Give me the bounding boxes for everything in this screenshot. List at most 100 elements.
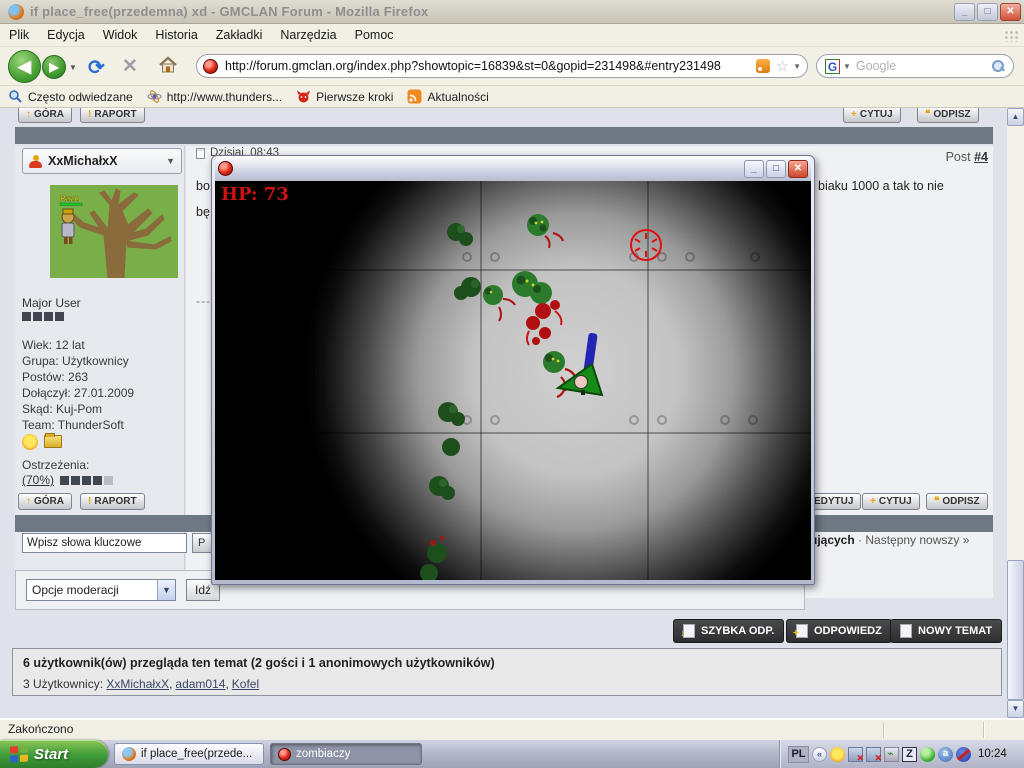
post-text-line1-left: bo — [196, 179, 210, 193]
game-titlebar[interactable]: _ □ ✕ — [215, 156, 811, 181]
tray-blocked-icon[interactable] — [956, 747, 971, 762]
stat-skad: Skąd: Kuj-Pom — [22, 402, 102, 416]
warn-level: (70%) — [22, 473, 113, 487]
cytuj-button[interactable]: +CYTUJ — [862, 493, 920, 510]
tray-network-error-icon[interactable] — [848, 747, 863, 762]
rss-feed-icon — [407, 89, 422, 104]
task-zombiaczy[interactable]: zombiaczy — [270, 743, 422, 765]
forward-button[interactable]: ▶ — [42, 55, 66, 79]
menu-pomoc[interactable]: Pomoc — [346, 25, 403, 45]
hide-icons-chevron[interactable]: « — [812, 747, 827, 762]
folder-icon[interactable] — [44, 435, 62, 448]
keyword-search-input[interactable] — [22, 533, 187, 553]
firefox-task-icon — [122, 747, 136, 761]
rss-icon[interactable] — [756, 59, 770, 73]
scroll-down-button[interactable]: ▼ — [1007, 700, 1024, 718]
status-separator — [983, 722, 984, 738]
top-gora-button[interactable]: ↑GÓRA — [18, 108, 72, 123]
game-scene — [215, 181, 811, 580]
game-maximize-button[interactable]: □ — [766, 160, 786, 178]
scroll-up-button[interactable]: ▲ — [1007, 108, 1024, 126]
scrollbar-thumb[interactable] — [1007, 560, 1024, 700]
tray-clock[interactable]: 10:24 — [978, 748, 1007, 760]
bottom-raport-button[interactable]: !RAPORT — [80, 493, 145, 510]
tray-z-app-icon[interactable]: Z — [902, 747, 917, 762]
minimize-button[interactable]: _ — [954, 3, 975, 21]
odpowiedz-button[interactable]: + ODPOWIEDZ — [786, 619, 892, 643]
bookmark-star-icon[interactable]: ☆ — [776, 57, 789, 75]
url-dropdown-icon[interactable]: ▼ — [793, 62, 801, 71]
tray-green-orb-icon[interactable] — [920, 747, 935, 762]
tray-wireless-icon[interactable] — [884, 747, 899, 762]
tray-sun-icon[interactable] — [830, 747, 845, 762]
hp-counter: HP: 73 — [221, 184, 289, 205]
top-odpisz-button[interactable]: ❝ODPISZ — [917, 108, 979, 123]
user-link-xxmichalxx[interactable]: XxMichałxX — [106, 677, 175, 691]
report-icon: ! — [88, 109, 91, 120]
up-arrow-icon: ↑ — [26, 496, 31, 507]
bottom-gora-button[interactable]: ↑GÓRA — [18, 493, 72, 510]
back-button[interactable]: ◀ — [8, 50, 41, 83]
moderation-select[interactable]: Opcje moderacji ▼ — [26, 579, 176, 601]
plus-icon: + — [851, 109, 857, 120]
odpisz-button[interactable]: ❝ODPISZ — [926, 493, 988, 510]
menu-zakladki[interactable]: Zakładki — [207, 25, 272, 45]
desktop: if place_free(przedemna) xd - GMCLAN For… — [0, 0, 1024, 768]
maximize-button[interactable]: □ — [977, 3, 998, 21]
home-button[interactable] — [158, 55, 178, 80]
post-number-link[interactable]: #4 — [974, 150, 988, 164]
bookmark-czesto-odwiedzane[interactable]: Często odwiedzane — [6, 88, 141, 105]
menu-historia[interactable]: Historia — [146, 25, 206, 45]
search-go-icon[interactable] — [992, 60, 1005, 73]
bookmark-aktualnosci[interactable]: Aktualności — [405, 88, 496, 105]
chevron-down-icon: ▼ — [166, 156, 175, 166]
close-button[interactable]: ✕ — [1000, 3, 1021, 21]
post-number: Post #4 — [946, 150, 988, 164]
tray-a-app-icon[interactable]: a — [938, 747, 953, 762]
warn-label: Ostrzeżenia: — [22, 458, 89, 472]
viewers-summary: 6 użytkownik(ów) przegląda ten temat (2 … — [23, 656, 495, 670]
language-indicator[interactable]: PL — [788, 746, 809, 763]
warn-percent-link[interactable]: (70%) — [22, 473, 54, 487]
status-separator — [883, 722, 884, 738]
bookmark-pierwsze-kroki[interactable]: Pierwsze kroki — [294, 88, 401, 105]
search-bar[interactable]: G ▼ Google — [816, 54, 1014, 78]
tray-network-error-icon-2[interactable] — [866, 747, 881, 762]
url-bar[interactable]: http://forum.gmclan.org/index.php?showto… — [196, 54, 808, 78]
engine-dropdown-icon[interactable]: ▼ — [843, 62, 851, 71]
start-button[interactable]: Start — [0, 740, 108, 768]
devil-icon — [296, 89, 311, 104]
post-text-line1-right: biaku 1000 a tak to nie — [818, 179, 944, 193]
reload-button[interactable]: ⟳ — [88, 55, 105, 80]
history-dropdown-icon[interactable]: ▼ — [69, 63, 77, 72]
stop-button[interactable]: ✕ — [122, 55, 138, 78]
page-scrollbar[interactable]: ▲ ▼ — [1007, 108, 1024, 718]
topic-navigation: tujących · Następny nowszy » — [806, 533, 969, 547]
url-text[interactable]: http://forum.gmclan.org/index.php?showto… — [225, 59, 756, 73]
warn-pips — [60, 476, 113, 485]
google-engine-icon[interactable]: G — [825, 59, 840, 74]
browser-titlebar[interactable]: if place_free(przedemna) xd - GMCLAN For… — [0, 0, 1024, 24]
nowy-temat-button[interactable]: NOWY TEMAT — [890, 619, 1002, 643]
menu-edycja[interactable]: Edycja — [38, 25, 94, 45]
game-minimize-button[interactable]: _ — [744, 160, 764, 178]
top-cytuj-button[interactable]: +CYTUJ — [843, 108, 901, 123]
menu-widok[interactable]: Widok — [94, 25, 147, 45]
menu-plik[interactable]: Plik — [0, 25, 38, 45]
stat-dolaczyl: Dołączył: 27.01.2009 — [22, 386, 134, 400]
author-dropdown[interactable]: XxMichałxX ▼ — [22, 148, 182, 174]
game-viewport[interactable]: HP: 73 — [215, 181, 811, 580]
user-link-adam014[interactable]: adam014 — [175, 677, 231, 691]
task-firefox[interactable]: if place_free(przede... — [114, 743, 264, 765]
game-close-button[interactable]: ✕ — [788, 160, 808, 178]
status-text: Zakończono — [8, 722, 73, 736]
user-link-kofel[interactable]: Kofel — [232, 677, 259, 691]
menu-narzedzia[interactable]: Narzędzia — [271, 25, 345, 45]
szybka-odp-button[interactable]: ↓ SZYBKA ODP. — [673, 619, 784, 643]
top-raport-button[interactable]: !RAPORT — [80, 108, 145, 123]
reply-icon: + — [796, 624, 808, 638]
bookmark-thunders[interactable]: http://www.thunders... — [145, 88, 290, 105]
select-arrow-icon[interactable]: ▼ — [157, 580, 175, 600]
search-input[interactable]: Google — [856, 59, 992, 73]
game-window[interactable]: _ □ ✕ HP: 73 — [211, 155, 815, 585]
